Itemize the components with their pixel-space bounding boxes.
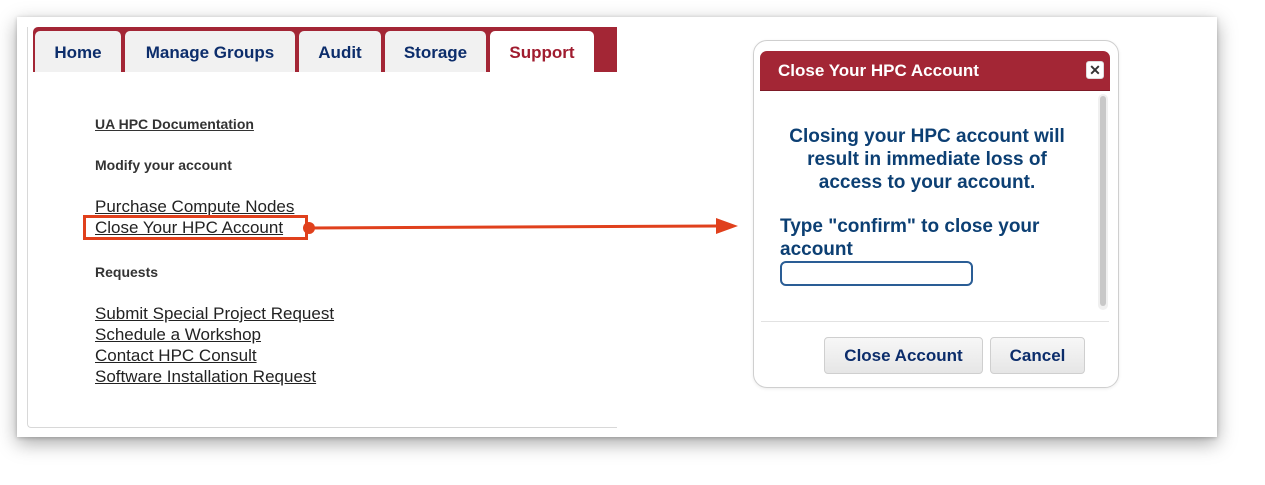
cancel-button[interactable]: Cancel bbox=[990, 337, 1085, 374]
close-icon[interactable]: ✕ bbox=[1086, 61, 1104, 79]
dialog-body: Closing your HPC account will result in … bbox=[760, 91, 1110, 321]
confirm-input[interactable] bbox=[780, 261, 973, 286]
confirm-label: Type "confirm" to close your account bbox=[780, 216, 1040, 260]
scrollbar-thumb[interactable] bbox=[1100, 96, 1106, 306]
close-account-button[interactable]: Close Account bbox=[824, 337, 983, 374]
dialog-title: Close Your HPC Account bbox=[778, 61, 979, 80]
dialog-scrollbar[interactable] bbox=[1098, 94, 1108, 310]
dialog-divider bbox=[761, 321, 1109, 322]
dialog-header: Close Your HPC Account ✕ bbox=[760, 51, 1110, 91]
warning-message: Closing your HPC account will result in … bbox=[789, 126, 1065, 193]
